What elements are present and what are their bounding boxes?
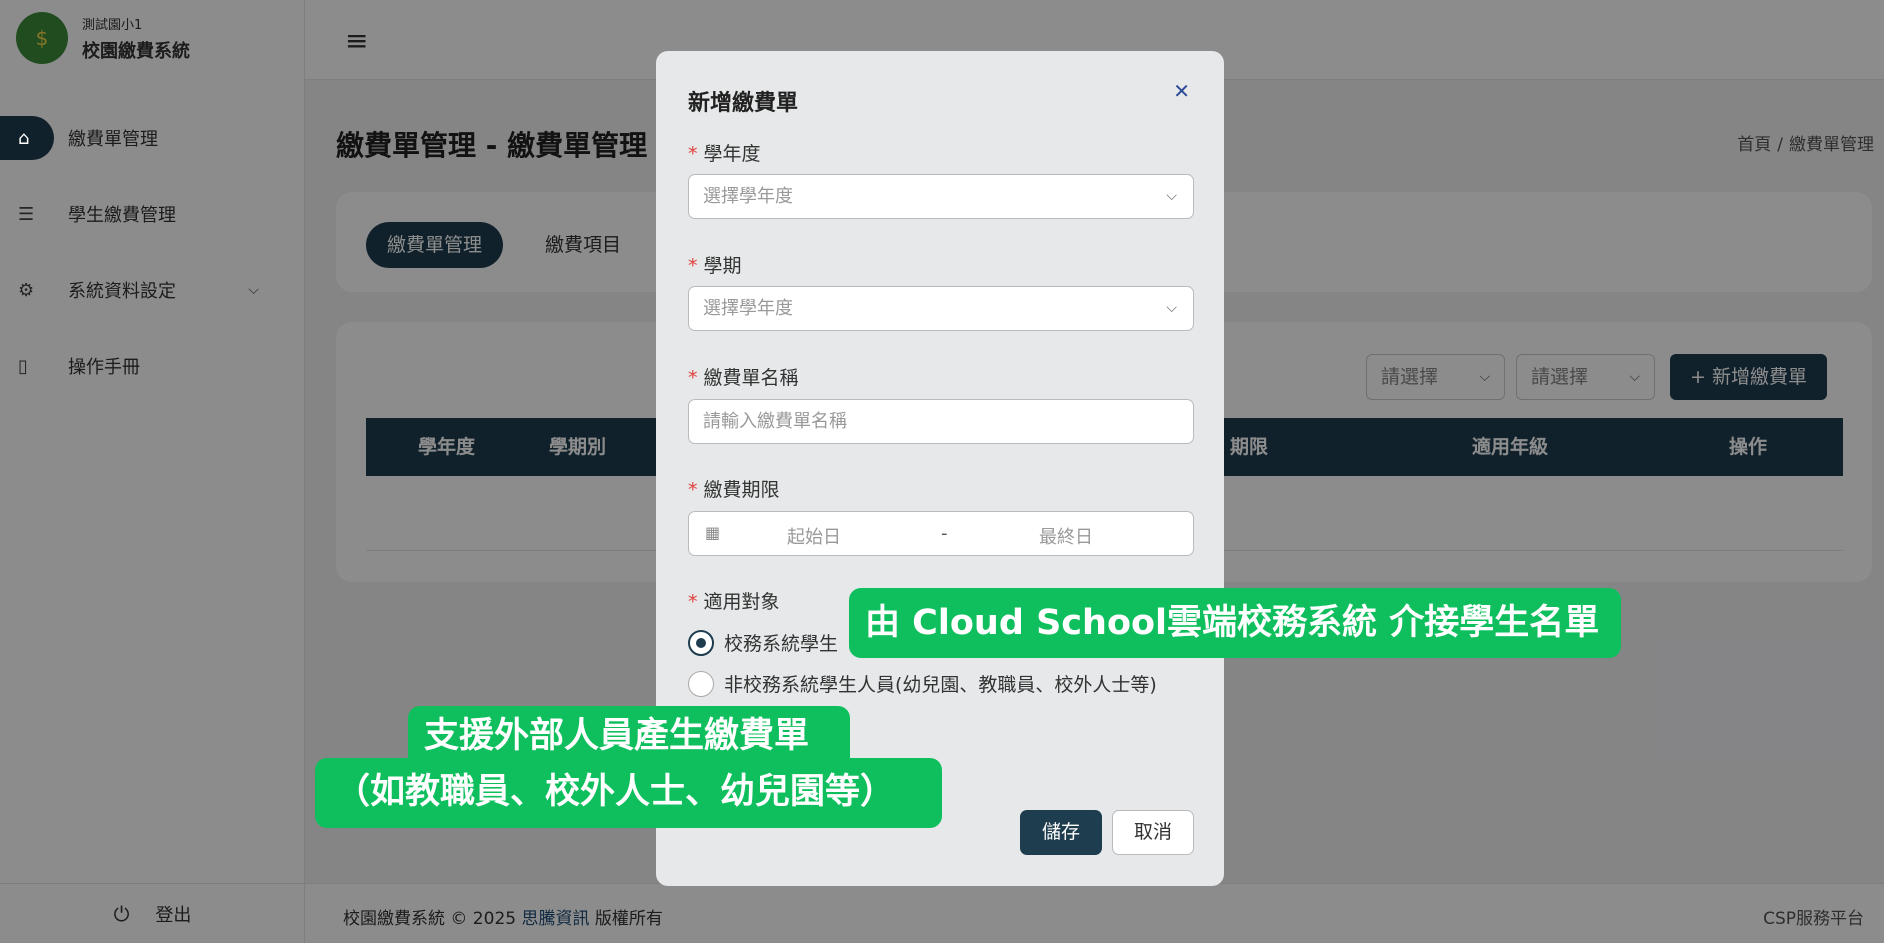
period-label: * 繳費期限 xyxy=(688,475,780,502)
term-placeholder: 選擇學年度 xyxy=(703,298,793,319)
date-range-picker[interactable]: ▦ 起始日 - 最終日 xyxy=(688,511,1194,556)
bill-name-placeholder: 請輸入繳費單名稱 xyxy=(703,411,847,432)
year-label-text: 學年度 xyxy=(703,143,761,165)
radio-non-school-people[interactable]: 非校務系統學生人員(幼兒園、教職員、校外人士等) xyxy=(688,670,1157,697)
callout-cloud-school: 由 Cloud School雲端校務系統 介接學生名單 xyxy=(849,588,1621,658)
save-button[interactable]: 儲存 xyxy=(1020,810,1102,855)
bill-name-label-text: 繳費單名稱 xyxy=(703,367,799,389)
radio-school-students[interactable]: 校務系統學生 xyxy=(688,629,838,656)
end-date[interactable]: 最終日 xyxy=(1039,523,1093,549)
chevron-down-icon: ⌵ xyxy=(1166,300,1177,316)
close-icon[interactable]: ✕ xyxy=(1173,79,1190,103)
required-mark: * xyxy=(688,255,698,277)
bill-name-input[interactable]: 請輸入繳費單名稱 xyxy=(688,399,1194,444)
required-mark: * xyxy=(688,367,698,389)
term-select[interactable]: 選擇學年度 ⌵ xyxy=(688,286,1194,331)
required-mark: * xyxy=(688,591,698,613)
date-separator: - xyxy=(941,523,948,544)
radio-unchecked-icon[interactable] xyxy=(688,670,714,697)
radio-label: 校務系統學生 xyxy=(724,633,839,655)
required-mark: * xyxy=(688,143,698,165)
period-label-text: 繳費期限 xyxy=(703,479,780,501)
callout-external-line2: （如教職員、校外人士、幼兒園等） xyxy=(315,758,942,828)
cancel-button[interactable]: 取消 xyxy=(1112,810,1194,855)
year-placeholder: 選擇學年度 xyxy=(703,186,793,207)
modal-title: 新增繳費單 xyxy=(688,91,799,116)
calendar-icon: ▦ xyxy=(705,523,721,542)
year-select[interactable]: 選擇學年度 ⌵ xyxy=(688,174,1194,219)
radio-checked-icon[interactable] xyxy=(688,629,714,656)
radio-label: 非校務系統學生人員(幼兒園、教職員、校外人士等) xyxy=(724,674,1157,696)
term-label-text: 學期 xyxy=(703,255,742,277)
home-icon: ⌂ xyxy=(18,127,30,149)
required-mark: * xyxy=(688,479,698,501)
start-date[interactable]: 起始日 xyxy=(787,523,841,549)
year-label: * 學年度 xyxy=(688,139,761,166)
target-label: * 適用對象 xyxy=(688,587,780,614)
term-label: * 學期 xyxy=(688,251,742,278)
bill-name-label: * 繳費單名稱 xyxy=(688,363,799,390)
chevron-down-icon: ⌵ xyxy=(1166,188,1177,204)
target-label-text: 適用對象 xyxy=(703,591,780,613)
